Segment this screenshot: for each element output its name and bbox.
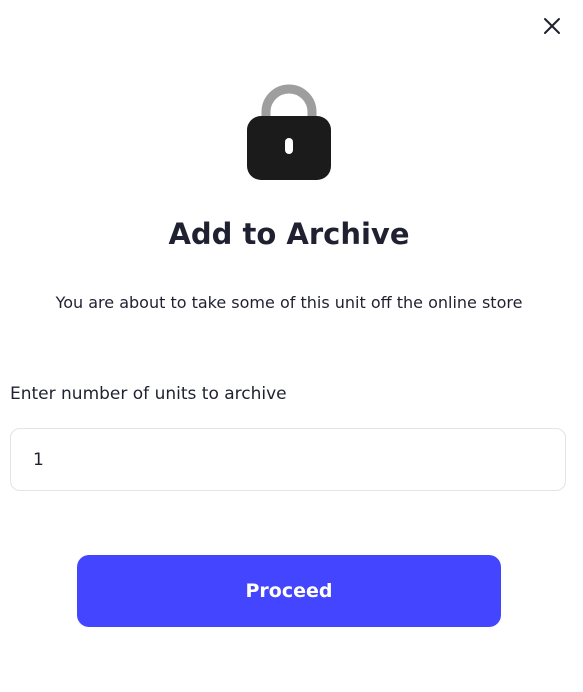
- units-input[interactable]: [10, 428, 566, 491]
- lock-icon: [247, 84, 331, 180]
- close-icon: [544, 18, 560, 34]
- dialog-subtitle: You are about to take some of this unit …: [55, 293, 523, 312]
- dialog-title: Add to Archive: [168, 217, 410, 251]
- archive-dialog: Add to Archive You are about to take som…: [0, 0, 583, 692]
- units-field-label: Enter number of units to archive: [10, 384, 287, 404]
- proceed-button[interactable]: Proceed: [77, 555, 501, 627]
- close-button[interactable]: [538, 12, 566, 40]
